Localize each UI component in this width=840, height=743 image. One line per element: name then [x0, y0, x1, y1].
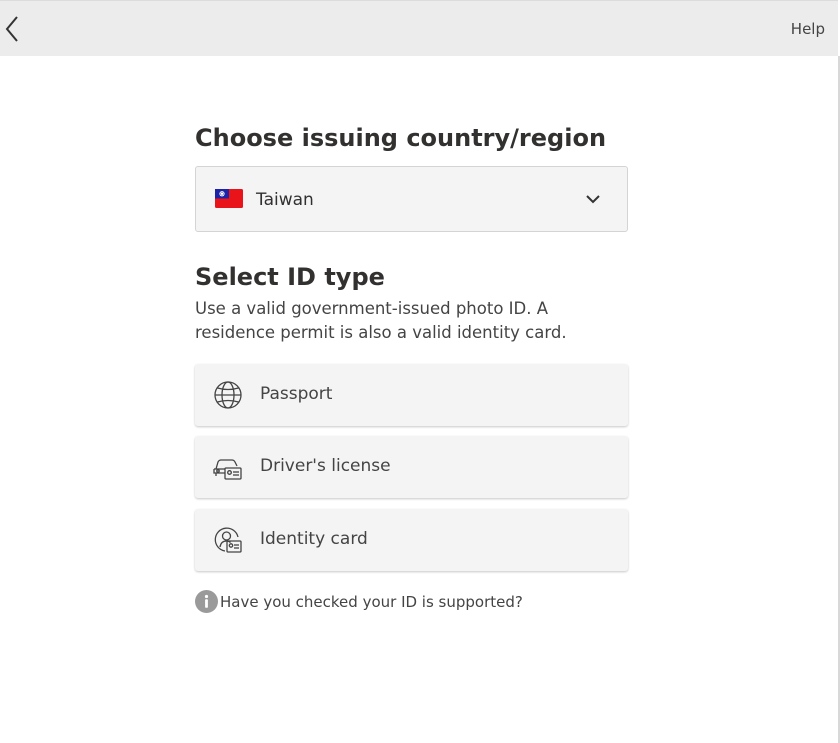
globe-icon — [214, 381, 242, 409]
option-identity-card-label: Identity card — [260, 529, 368, 549]
top-bar: Help — [0, 0, 838, 56]
taiwan-flag-icon — [215, 189, 243, 208]
chevron-down-icon — [586, 195, 600, 204]
country-select[interactable]: Taiwan — [195, 166, 628, 232]
help-link[interactable]: Help — [791, 20, 825, 38]
id-type-heading: Select ID type — [195, 263, 385, 291]
id-supported-link[interactable]: Have you checked your ID is supported? — [220, 593, 523, 611]
chevron-left-icon — [5, 16, 18, 42]
id-type-description: Use a valid government-issued photo ID. … — [195, 299, 567, 342]
country-heading: Choose issuing country/region — [195, 124, 607, 152]
option-drivers-license-label: Driver's license — [260, 456, 391, 476]
person-id-icon — [214, 527, 242, 553]
option-identity-card[interactable]: Identity card — [195, 509, 628, 571]
info-icon — [195, 590, 218, 613]
car-id-icon — [213, 459, 242, 480]
option-drivers-license[interactable]: Driver's license — [195, 436, 628, 498]
back-button[interactable] — [0, 13, 24, 45]
option-passport-label: Passport — [260, 384, 333, 404]
id-support-row: Have you checked your ID is supported? — [195, 590, 523, 613]
selected-country: Taiwan — [256, 190, 314, 210]
option-passport[interactable]: Passport — [195, 364, 628, 426]
